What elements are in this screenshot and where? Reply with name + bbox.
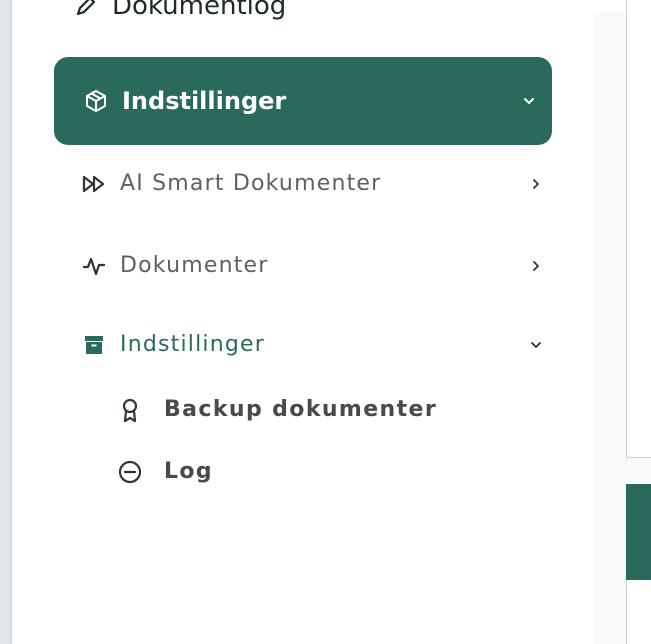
sidebar-item-label: Dokumentlog <box>112 0 287 21</box>
archive-icon <box>85 335 103 354</box>
activity-icon <box>82 257 106 275</box>
sidebar-leaf-label: Backup dokumenter <box>164 397 438 422</box>
sidebar-item-dokumentlog[interactable]: Dokumentlog <box>74 0 286 30</box>
sidebar-leaf-label: Log <box>164 459 214 484</box>
sidebar-item-label: Indstillinger <box>122 87 287 115</box>
chevron-right-icon <box>533 260 539 271</box>
sidebar-subitem-dokumenter[interactable]: Dokumenter <box>82 253 542 278</box>
award-icon <box>122 398 138 422</box>
sidebar-subitem-indstillinger[interactable]: Indstillinger <box>82 332 542 357</box>
main-content-card <box>626 0 651 458</box>
chevron-down-icon <box>524 98 534 104</box>
sidebar-subitem-label: Dokumenter <box>120 253 269 278</box>
minus-circle-icon <box>118 460 142 483</box>
main-content-bottom-card <box>626 580 651 644</box>
cube-icon <box>86 90 106 112</box>
sidebar-subitem-label: AI Smart Dokumenter <box>120 171 382 196</box>
main-content-dark-block <box>626 484 651 580</box>
fast-forward-icon <box>82 175 105 192</box>
sidebar-subitem-ai-smart-dokumenter[interactable]: AI Smart Dokumenter <box>82 171 542 196</box>
sidebar-item-indstillinger-active[interactable]: Indstillinger <box>54 57 552 145</box>
pencil-icon <box>76 0 96 16</box>
sidebar-subitem-label: Indstillinger <box>120 332 266 357</box>
sidebar-leaf-log[interactable]: Log <box>118 459 213 484</box>
chevron-right-icon <box>533 178 539 189</box>
app-frame: Dokumentlog Indstillinger AI Smart Dokum… <box>0 0 651 644</box>
sidebar-leaf-backup-dokumenter[interactable]: Backup dokumenter <box>118 397 437 422</box>
chevron-down-icon <box>531 341 541 348</box>
